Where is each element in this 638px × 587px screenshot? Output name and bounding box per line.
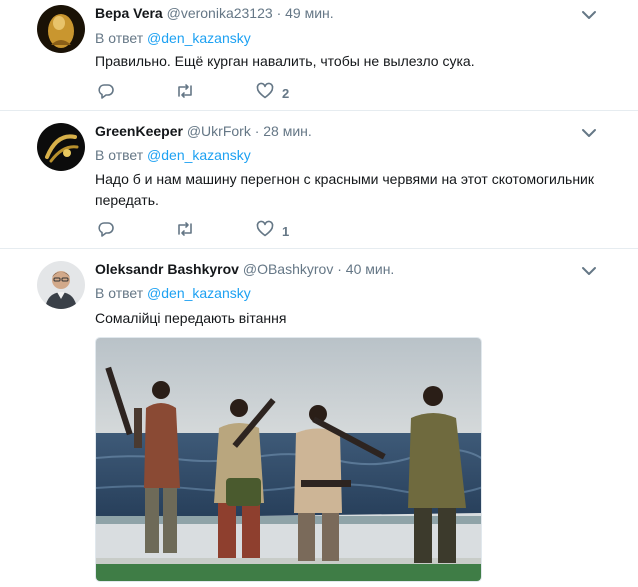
like-button[interactable]: 1 [256,220,290,243]
author-name[interactable]: Oleksandr Bashkyrov [95,261,239,277]
heart-icon [256,82,274,105]
tweet-time[interactable]: 40 мин. [346,261,395,277]
like-count: 2 [282,85,290,101]
avatar[interactable] [37,261,85,309]
tweet-text: Надо б и нам машину перегнон с красными … [95,171,594,208]
reply-mention-link[interactable]: @den_kazansky [147,285,251,301]
tweet[interactable]: Вера Vera @veronika23123 · 49 мин. В отв… [0,0,638,110]
author-name[interactable]: Вера Vera [95,5,163,21]
reply-context: В ответ @den_kazansky [95,147,251,163]
tweet-actions: 2 [95,82,395,105]
tweet-header: Вера Vera @veronika23123 · 49 мин. [95,5,334,21]
author-handle[interactable]: @veronika23123 [167,5,273,21]
reply-context: В ответ @den_kazansky [95,285,251,301]
reply-prefix: В ответ [95,147,144,163]
author-handle[interactable]: @OBashkyrov [243,261,333,277]
author-name[interactable]: GreenKeeper [95,123,183,139]
chevron-down-icon[interactable] [579,126,599,140]
separator-dot: · [254,123,260,139]
tweet-time[interactable]: 28 мин. [263,123,312,139]
reply-button[interactable] [97,83,115,103]
chevron-down-icon[interactable] [579,8,599,22]
retweet-button[interactable] [175,83,195,103]
tweet-header: GreenKeeper @UkrFork · 28 мин. [95,123,312,139]
tweet-photo[interactable] [95,337,482,582]
reply-button[interactable] [97,221,115,241]
chevron-down-icon[interactable] [579,264,599,278]
tweet[interactable]: Oleksandr Bashkyrov @OBashkyrov · 40 мин… [0,249,638,587]
tweet-actions: 1 [95,220,395,243]
tweet-time[interactable]: 49 мин. [285,5,334,21]
reply-mention-link[interactable]: @den_kazansky [147,147,251,163]
tweet[interactable]: GreenKeeper @UkrFork · 28 мин. В ответ @… [0,111,638,248]
heart-icon [256,220,274,243]
like-count: 1 [282,223,290,239]
reply-prefix: В ответ [95,285,144,301]
retweet-button[interactable] [175,221,195,241]
retweet-icon [175,220,195,243]
reply-prefix: В ответ [95,30,144,46]
tweet-header: Oleksandr Bashkyrov @OBashkyrov · 40 мин… [95,261,394,277]
tweet-text: Правильно. Ещё курган навалить, чтобы не… [95,53,475,69]
retweet-icon [175,82,195,105]
avatar[interactable] [37,5,85,53]
tweet-text: Сомалійці передають вітання [95,310,287,326]
avatar[interactable] [37,123,85,171]
reply-mention-link[interactable]: @den_kazansky [147,30,251,46]
like-button[interactable]: 2 [256,82,290,105]
separator-dot: · [337,261,342,277]
reply-icon [97,82,115,105]
reply-icon [97,220,115,243]
separator-dot: · [276,5,282,21]
author-handle[interactable]: @UkrFork [187,123,251,139]
reply-context: В ответ @den_kazansky [95,30,251,46]
